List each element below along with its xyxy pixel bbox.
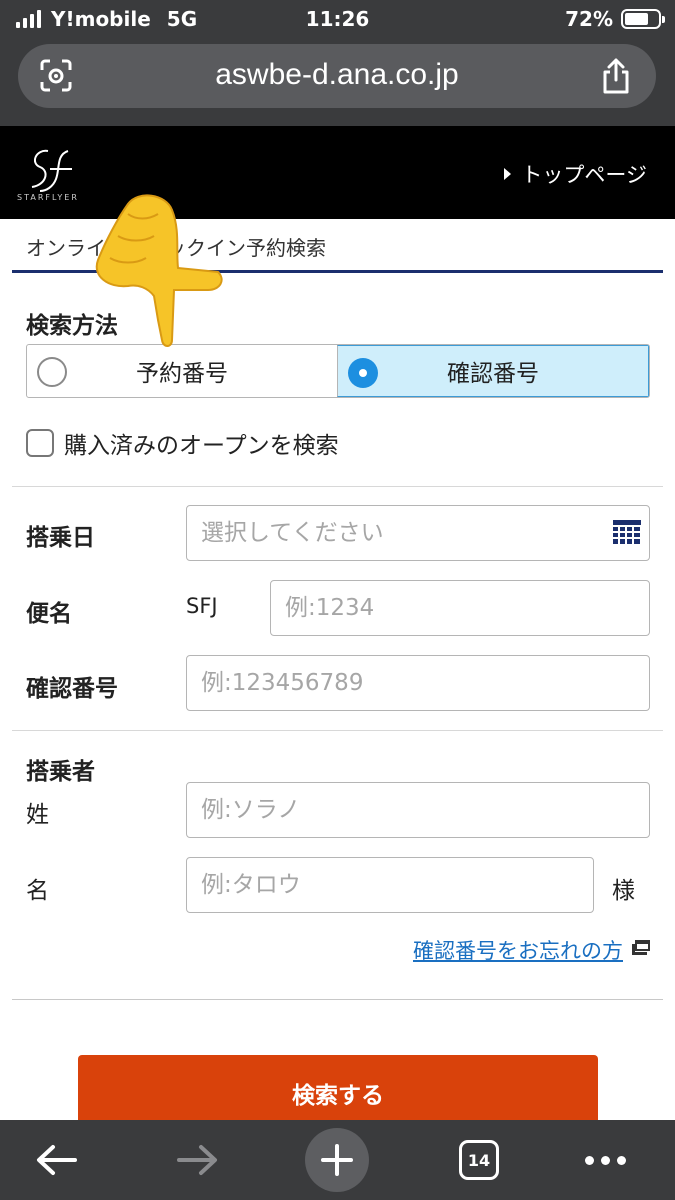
forward-arrow-icon[interactable] bbox=[175, 1143, 219, 1177]
new-tab-button[interactable] bbox=[304, 1120, 370, 1200]
logo-wordmark: STARFLYER bbox=[17, 193, 79, 202]
tabs-icon[interactable]: 14 bbox=[459, 1140, 499, 1180]
battery-icon bbox=[621, 9, 665, 29]
option-label: 予約番号 bbox=[136, 361, 228, 387]
triangle-right-icon bbox=[504, 168, 512, 180]
surname-label: 姓 bbox=[26, 802, 49, 828]
new-tab-plus-icon[interactable] bbox=[320, 1143, 354, 1177]
option-confirmation-number[interactable]: 確認番号 bbox=[337, 345, 649, 397]
passenger-title: 搭乗者 bbox=[26, 759, 95, 785]
tabs-button[interactable]: 14 bbox=[452, 1120, 506, 1200]
more-button[interactable] bbox=[578, 1120, 632, 1200]
status-bar: Y!mobile 5G 11:26 72% bbox=[0, 0, 675, 38]
given-name-input[interactable] bbox=[186, 857, 594, 913]
given-name-label: 名 bbox=[26, 878, 49, 904]
flight-number-label: 便名 bbox=[26, 601, 72, 627]
honorific-label: 様 bbox=[612, 878, 635, 904]
top-page-link[interactable]: トップページ bbox=[504, 159, 647, 189]
boarding-date-input[interactable] bbox=[186, 505, 650, 561]
browser-chrome-top: Y!mobile 5G 11:26 72% aswbe-d.ana.co.jp bbox=[0, 0, 675, 126]
new-window-icon bbox=[632, 940, 650, 955]
calendar-icon[interactable] bbox=[613, 520, 641, 546]
checkbox[interactable] bbox=[26, 429, 54, 457]
flight-number-input[interactable] bbox=[270, 580, 650, 636]
back-button[interactable] bbox=[22, 1120, 92, 1200]
divider bbox=[12, 486, 663, 487]
surname-input[interactable] bbox=[186, 782, 650, 838]
browser-toolbar: 14 bbox=[0, 1120, 675, 1200]
checkbox-label: 購入済みのオープンを検索 bbox=[64, 433, 339, 459]
share-icon[interactable] bbox=[598, 56, 634, 96]
address-bar[interactable]: aswbe-d.ana.co.jp bbox=[18, 44, 656, 108]
boarding-date-label: 搭乗日 bbox=[26, 525, 95, 551]
forgot-confirmation-link[interactable]: 確認番号をお忘れの方 bbox=[413, 935, 623, 965]
flight-prefix: SFJ bbox=[186, 594, 218, 618]
back-arrow-icon[interactable] bbox=[35, 1143, 79, 1177]
pointing-hand-icon bbox=[95, 194, 223, 347]
confirmation-number-label: 確認番号 bbox=[26, 676, 118, 702]
confirmation-number-input[interactable] bbox=[186, 655, 650, 711]
divider bbox=[12, 730, 663, 731]
open-ticket-checkbox-row[interactable]: 購入済みのオープンを検索 bbox=[26, 426, 339, 460]
radio-unselected-icon[interactable] bbox=[37, 357, 67, 387]
forward-button[interactable] bbox=[162, 1120, 232, 1200]
url-text[interactable]: aswbe-d.ana.co.jp bbox=[18, 58, 656, 92]
option-label: 確認番号 bbox=[447, 361, 539, 387]
search-button[interactable]: 検索する bbox=[78, 1055, 598, 1125]
radio-selected-icon[interactable] bbox=[348, 358, 378, 388]
more-dots-icon[interactable] bbox=[584, 1155, 626, 1165]
divider bbox=[12, 999, 663, 1000]
top-page-label: トップページ bbox=[521, 163, 647, 187]
battery-percent: 72% bbox=[565, 7, 613, 31]
